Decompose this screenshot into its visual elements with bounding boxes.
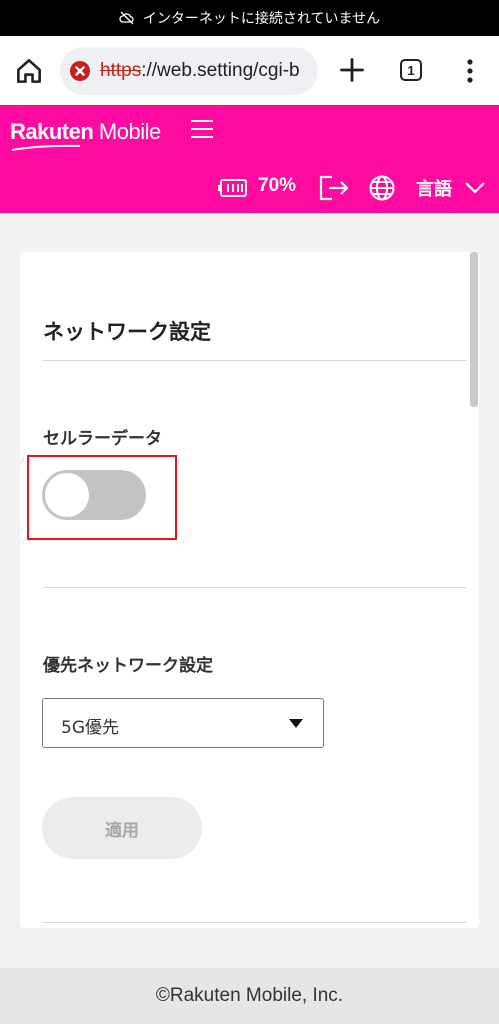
not-secure-icon[interactable]: [70, 61, 90, 81]
apply-button[interactable]: 適用: [42, 797, 202, 859]
caret-down-icon: [289, 719, 303, 728]
chevron-down-icon[interactable]: [464, 181, 486, 195]
status-bar-text: インターネットに接続されていません: [142, 11, 381, 27]
plus-icon[interactable]: [338, 56, 366, 84]
scrollbar[interactable]: [470, 252, 478, 407]
home-icon[interactable]: [14, 58, 44, 84]
cloud-off-icon: [119, 11, 134, 25]
url-scheme: https: [100, 60, 142, 81]
preferred-network-label: 優先ネットワーク設定: [43, 656, 213, 676]
copyright-text: ©Rakuten Mobile, Inc.: [155, 985, 344, 1006]
cellular-data-toggle[interactable]: [42, 470, 146, 520]
select-value: 5G優先: [61, 718, 119, 738]
divider: [43, 360, 466, 361]
url-text[interactable]: https://web.setting/cgi-b: [100, 60, 300, 82]
language-selector[interactable]: 言語: [416, 175, 452, 201]
tab-count: 1: [407, 62, 415, 78]
logo-rakuten: Rakuten: [10, 119, 94, 144]
divider: [43, 587, 466, 588]
system-status-bar: インターネットに接続されていません: [0, 0, 499, 36]
logo-mobile: Mobile: [98, 119, 161, 144]
browser-toolbar: https://web.setting/cgi-b 1: [0, 36, 499, 105]
battery-icon: [218, 179, 247, 197]
divider: [43, 922, 466, 923]
url-path: ://web.setting/cgi-b: [141, 60, 300, 81]
rakuten-mobile-logo[interactable]: Rakuten Mobile: [10, 119, 161, 145]
logout-icon[interactable]: [318, 173, 350, 203]
more-vert-icon[interactable]: [458, 58, 482, 84]
network-settings-card: ネットワーク設定 セルラーデータ 優先ネットワーク設定 5G優先 適用: [20, 252, 479, 928]
footer: ©Rakuten Mobile, Inc.: [0, 968, 499, 1024]
logo-swoosh: [11, 144, 81, 151]
toggle-knob: [45, 473, 89, 517]
hamburger-menu-icon[interactable]: [190, 119, 214, 139]
cellular-data-label: セルラーデータ: [43, 429, 162, 449]
preferred-network-select[interactable]: 5G優先: [42, 698, 324, 748]
address-bar[interactable]: https://web.setting/cgi-b: [60, 47, 318, 95]
app-header: Rakuten Mobile 70% 言語: [0, 105, 499, 213]
globe-icon[interactable]: [369, 175, 395, 201]
page-title: ネットワーク設定: [43, 320, 211, 344]
battery-percent: 70%: [258, 175, 297, 196]
tab-switcher-icon[interactable]: 1: [400, 59, 422, 81]
